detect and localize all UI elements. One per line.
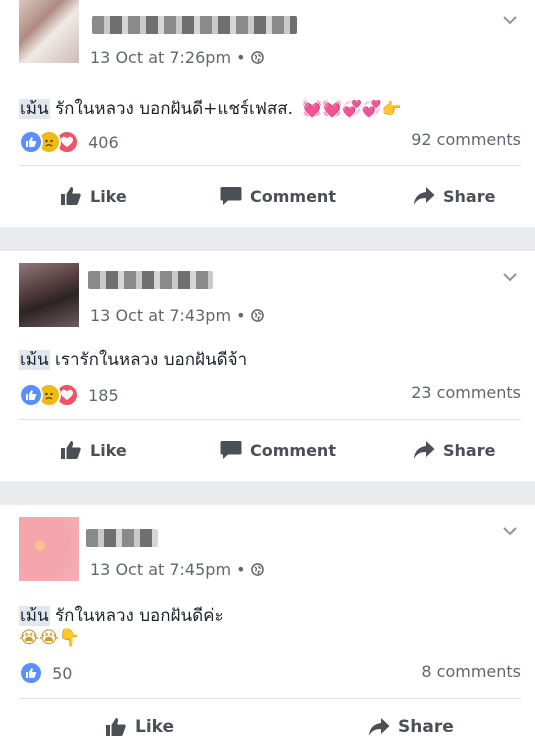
divider: [19, 698, 521, 699]
reactions-summary[interactable]: 185: [19, 383, 119, 407]
blurred-author-name[interactable]: [88, 271, 213, 289]
share-label: Share: [443, 440, 496, 460]
share-label: Share: [443, 186, 496, 206]
profile-avatar[interactable]: [19, 263, 79, 327]
chevron-down-icon[interactable]: [503, 527, 517, 536]
tag-word[interactable]: เม้น: [19, 350, 50, 370]
comment-button[interactable]: Comment: [220, 181, 336, 211]
meta-separator: •: [231, 48, 251, 67]
thumbs-up-icon: [61, 187, 81, 205]
share-button[interactable]: Share: [413, 435, 495, 465]
emoji-sequence: 💓💓💞💞👉: [297, 99, 402, 118]
post-card-2: 13 Oct at 7:43pm • เม้น เรารักในหลวง บอก…: [0, 251, 535, 481]
like-reaction-icon: [19, 130, 43, 154]
post-card-3: 13 Oct at 7:45pm • เม้น รักในหลวง บอกฝัน…: [0, 505, 535, 747]
post-body: รักในหลวง บอกฝันดี+แชร์เฟสส.: [49, 99, 294, 119]
divider: [19, 165, 521, 166]
like-button[interactable]: Like: [60, 435, 127, 465]
comments-count-link[interactable]: 92 comments: [411, 130, 521, 149]
comments-count-link[interactable]: 23 comments: [411, 383, 521, 402]
profile-avatar[interactable]: [19, 0, 79, 63]
chevron-down-icon[interactable]: [503, 273, 517, 282]
blurred-author-name[interactable]: [86, 529, 158, 547]
comment-button[interactable]: Comment: [220, 435, 336, 465]
like-reaction-icon: [19, 661, 43, 685]
post-meta: 13 Oct at 7:45pm •: [90, 560, 264, 579]
share-label: Share: [398, 717, 454, 737]
like-button[interactable]: Like: [105, 712, 174, 742]
chevron-down-icon[interactable]: [503, 16, 517, 25]
thumbs-up-icon: [61, 441, 81, 459]
post-meta: 13 Oct at 7:43pm •: [90, 306, 264, 325]
globe-icon: [250, 51, 264, 64]
tag-word[interactable]: เม้น: [19, 606, 50, 626]
reaction-count: 50: [52, 663, 73, 683]
reaction-count: 406: [88, 132, 119, 152]
like-label: Like: [90, 186, 127, 206]
like-label: Like: [90, 440, 127, 460]
post-timestamp[interactable]: 13 Oct at 7:43pm: [90, 306, 231, 325]
like-button[interactable]: Like: [60, 181, 127, 211]
blurred-author-name[interactable]: [92, 16, 297, 34]
share-arrow-icon: [413, 187, 435, 205]
profile-avatar[interactable]: [19, 517, 79, 581]
comments-count-link[interactable]: 8 comments: [421, 662, 521, 681]
globe-icon: [250, 309, 264, 322]
meta-separator: •: [231, 560, 251, 579]
post-body: รักในหลวง บอกฝันดีค่ะ: [49, 606, 224, 626]
like-reaction-icon: [19, 383, 43, 407]
post-card-1: 13 Oct at 7:26pm • เม้น รักในหลวง บอกฝัน…: [0, 0, 535, 227]
divider: [19, 419, 521, 420]
thumbs-up-icon: [106, 718, 126, 736]
reactions-summary[interactable]: 50: [19, 661, 73, 685]
post-meta: 13 Oct at 7:26pm •: [90, 48, 264, 67]
comment-bubble-icon: [220, 441, 242, 459]
post-timestamp[interactable]: 13 Oct at 7:26pm: [90, 48, 231, 67]
post-actions: Like Comment Share: [0, 435, 535, 465]
share-arrow-icon: [413, 441, 435, 459]
post-text: เม้น รักในหลวง บอกฝันดีค่ะ: [19, 602, 224, 629]
comment-label: Comment: [250, 440, 336, 460]
post-text: เม้น รักในหลวง บอกฝันดี+แชร์เฟสส. 💓💓💞💞👉: [19, 95, 402, 122]
share-button[interactable]: Share: [413, 181, 495, 211]
emoji-sequence: 😭😭👇: [19, 628, 80, 648]
share-arrow-icon: [368, 718, 390, 736]
post-text: เม้น เรารักในหลวง บอกฝันดีจ้า: [19, 346, 247, 373]
post-actions: Like Comment Share: [0, 181, 535, 211]
tag-word[interactable]: เม้น: [19, 99, 50, 119]
meta-separator: •: [231, 306, 251, 325]
comment-label: Comment: [250, 186, 336, 206]
post-body: เรารักในหลวง บอกฝันดีจ้า: [49, 350, 248, 370]
globe-icon: [250, 563, 264, 576]
post-timestamp[interactable]: 13 Oct at 7:45pm: [90, 560, 231, 579]
comment-bubble-icon: [220, 187, 242, 205]
share-button[interactable]: Share: [368, 712, 454, 742]
post-actions: Like Share: [0, 712, 535, 742]
reaction-count: 185: [88, 385, 119, 405]
reactions-summary[interactable]: 406: [19, 130, 119, 154]
like-label: Like: [135, 717, 175, 737]
